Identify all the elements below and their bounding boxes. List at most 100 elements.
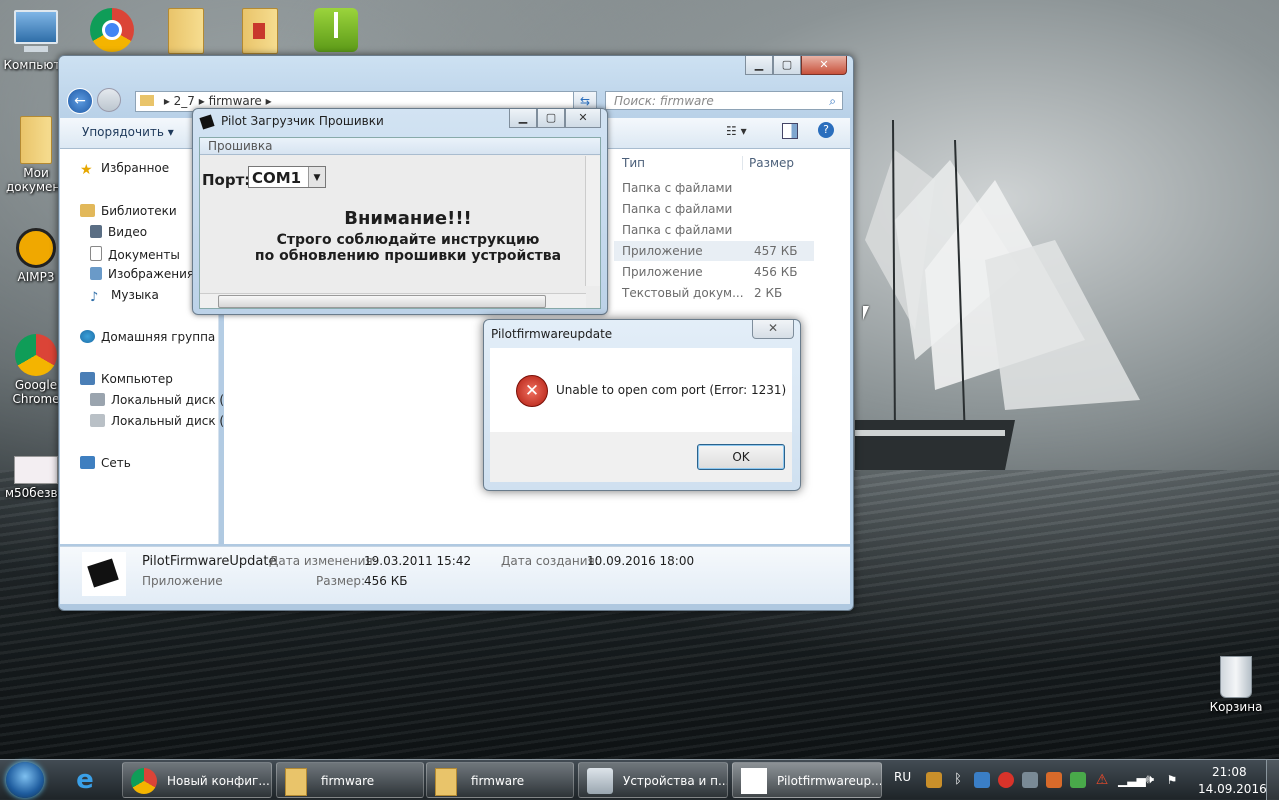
close-button[interactable]: ✕ [801,56,847,75]
nav-music[interactable]: ♪ Музыка [90,288,159,305]
aimp-icon [16,228,56,268]
breadcrumb-2_7[interactable]: 2_7 [174,94,195,108]
nav-video[interactable]: Видео [90,225,147,239]
preview-pane-icon[interactable] [782,123,798,139]
port-label: Порт: [202,171,251,189]
column-header-type[interactable]: Тип [622,156,645,170]
show-desktop-button[interactable] [1266,760,1279,800]
folder-icon [285,768,307,796]
computer-icon[interactable] [12,6,60,54]
file-kind: Приложение [142,574,223,588]
bluetooth-icon[interactable]: ᛒ [950,772,966,788]
scrollbar-thumb[interactable] [218,295,546,308]
dialog-close-button[interactable]: ✕ [752,320,794,339]
tab-firmware[interactable]: Прошивка [200,138,600,155]
taskbar-button-pilotfirmwareupdate[interactable]: Pilotfirmwareup... [732,762,882,798]
help-icon[interactable]: ? [818,122,834,138]
file-row[interactable]: Папка с файлами [614,199,814,219]
file-row[interactable]: Папка с файлами [614,178,814,198]
search-input[interactable]: Поиск: firmware ⌕ [605,91,843,110]
dialog-body: ✕ Unable to open com port (Error: 1231) [490,348,792,432]
nav-homegroup[interactable]: Домашняя группа [80,330,215,344]
pilot-window-title: Pilot Загрузчик Прошивки [221,114,384,128]
column-header-size[interactable]: Размер [742,156,794,170]
devices-printers-icon [587,768,613,794]
folder-red-icon[interactable] [236,6,284,54]
taskbar-button-firmware-2[interactable]: firmware [426,762,574,798]
nav-libraries[interactable]: Библиотеки [80,204,177,218]
folder-icon [140,95,154,106]
file-row-selected[interactable]: Приложение 457 КБ [614,241,814,261]
volume-icon[interactable]: 🕪 [1142,772,1158,788]
tray-app-icon[interactable] [926,772,942,788]
chrome-icon [131,768,157,794]
nav-favorites[interactable]: ★ Избранное [80,161,169,178]
file-type: Папка с файлами [622,223,733,237]
taskbar-button-chrome[interactable]: Новый конфиг... [122,762,272,798]
port-select[interactable]: COM1 ▼ [248,166,326,188]
nav-disk-d[interactable]: Локальный диск (D [90,414,233,428]
file-size: 457 КБ [754,244,798,258]
images-icon [90,267,102,280]
port-value: COM1 [252,169,302,187]
nav-label: Домашняя группа [101,330,216,344]
documents-folder-icon [20,116,52,164]
file-row[interactable]: Папка с файлами [614,220,814,240]
start-button[interactable] [6,762,44,798]
chrome-icon[interactable] [88,6,136,54]
minimize-button[interactable]: ▁ [509,109,537,128]
view-options-icon[interactable]: ☷ ▾ [726,124,747,138]
libraries-icon [80,204,95,217]
file-row[interactable]: Приложение 456 КБ [614,262,814,282]
tray-app-icon[interactable] [1046,772,1062,788]
file-row[interactable]: Текстовый докум... 2 КБ [614,283,814,303]
minimize-button[interactable]: ▁ [745,56,773,75]
maximize-button[interactable]: ▢ [537,109,565,128]
action-center-icon[interactable]: ⚑ [1164,772,1180,788]
warning-icon[interactable]: ⚠ [1094,772,1110,788]
taskbar-button-devices[interactable]: Устройства и п... [578,762,728,798]
nav-images[interactable]: Изображения [90,267,194,281]
error-message: Unable to open com port (Error: 1231) [556,383,787,397]
file-type: Папка с файлами [622,181,733,195]
nav-network[interactable]: Сеть [80,456,131,470]
forward-button[interactable] [97,88,121,112]
file-type: Приложение [622,265,703,279]
nav-label: Библиотеки [101,204,177,218]
folder-icon[interactable] [162,6,210,54]
maximize-button[interactable]: ▢ [773,56,801,75]
desktop-icon-label: Корзина [1209,700,1263,714]
breadcrumb-firmware[interactable]: firmware [209,94,262,108]
ok-button[interactable]: OK [697,444,785,470]
tray-app-icon[interactable] [998,772,1014,788]
tray-app-icon[interactable] [974,772,990,788]
taskbar-button-firmware-1[interactable]: firmware [276,762,424,798]
app-chip-icon [741,768,767,794]
tray-app-icon[interactable] [1022,772,1038,788]
modified-label: Дата изменения: [269,554,377,568]
taskbar: e Новый конфиг... firmware firmware Устр… [0,759,1279,800]
nav-disk-c[interactable]: Локальный диск (C [90,393,232,407]
vertical-scrollbar[interactable] [585,156,600,286]
horizontal-scrollbar[interactable] [200,293,586,308]
organize-button[interactable]: Упорядочить ▾ [82,125,174,139]
signal-icon[interactable]: ▁▃▅ [1118,772,1146,788]
clock-time[interactable]: 21:08 [1212,765,1247,779]
nav-computer[interactable]: Компьютер [80,372,173,386]
nav-label: Локальный диск (D [111,414,234,428]
back-button[interactable]: ← [67,88,93,114]
tray-app-icon[interactable] [1070,772,1086,788]
close-button[interactable]: ✕ [565,109,601,128]
desktop-icon-recycle-bin[interactable]: Корзина [1200,656,1272,714]
file-size: 456 КБ [754,265,798,279]
video-icon [90,225,102,238]
music-icon: ♪ [90,290,99,305]
language-indicator[interactable]: RU [894,770,911,784]
ie-pinned-icon[interactable]: e [70,766,100,794]
created-label: Дата создания: [501,554,599,568]
app-chip-icon [82,552,126,596]
nav-documents[interactable]: Документы [90,246,180,262]
size-value: 456 КБ [364,574,408,588]
clock-date[interactable]: 14.09.2016 [1198,782,1267,796]
archive-icon[interactable] [312,6,360,54]
